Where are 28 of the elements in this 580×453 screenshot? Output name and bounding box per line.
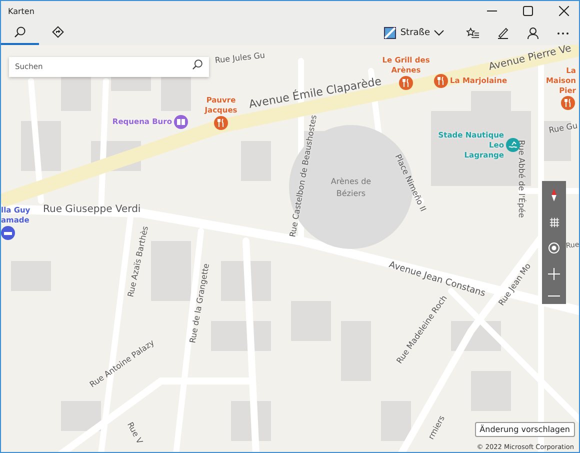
street-label: Avenue Émile Claparède [248,76,382,110]
street-label: Rue Jules Gu [214,52,266,65]
chevron-down-icon [434,30,444,36]
street-label: Rue de la Grangette [189,262,211,344]
close-icon[interactable] [559,6,569,16]
street-label: Rue Azaïs Barthès [127,226,150,298]
street-label: Rue Abbé de l'Épée [517,140,525,218]
favorites-icon[interactable] [466,27,479,39]
grid-icon[interactable] [548,216,560,228]
window-title: Karten [8,6,34,16]
pen-icon[interactable] [497,27,509,39]
directions-icon [52,26,64,38]
maximize-icon[interactable] [523,6,533,16]
compass-icon[interactable] [550,188,558,202]
landmark-label: Arènes de Béziers [330,176,372,200]
street-label: Rue Gu [548,122,578,135]
location-icon[interactable] [548,242,560,254]
zoom-out-icon[interactable] [548,294,560,297]
street-label: Rue Giuseppe Verdi [43,205,141,215]
map-tile-icon [384,27,396,39]
map-style-dropdown[interactable]: Straße [384,27,444,39]
search-icon [14,26,26,38]
zoom-in-icon[interactable] [548,268,560,280]
account-icon[interactable] [527,27,539,39]
suggest-change-button[interactable]: Änderung vorschlagen [474,422,575,437]
search-icon[interactable] [192,59,203,70]
more-icon[interactable] [557,32,569,34]
street-label: Rue V [125,421,144,446]
